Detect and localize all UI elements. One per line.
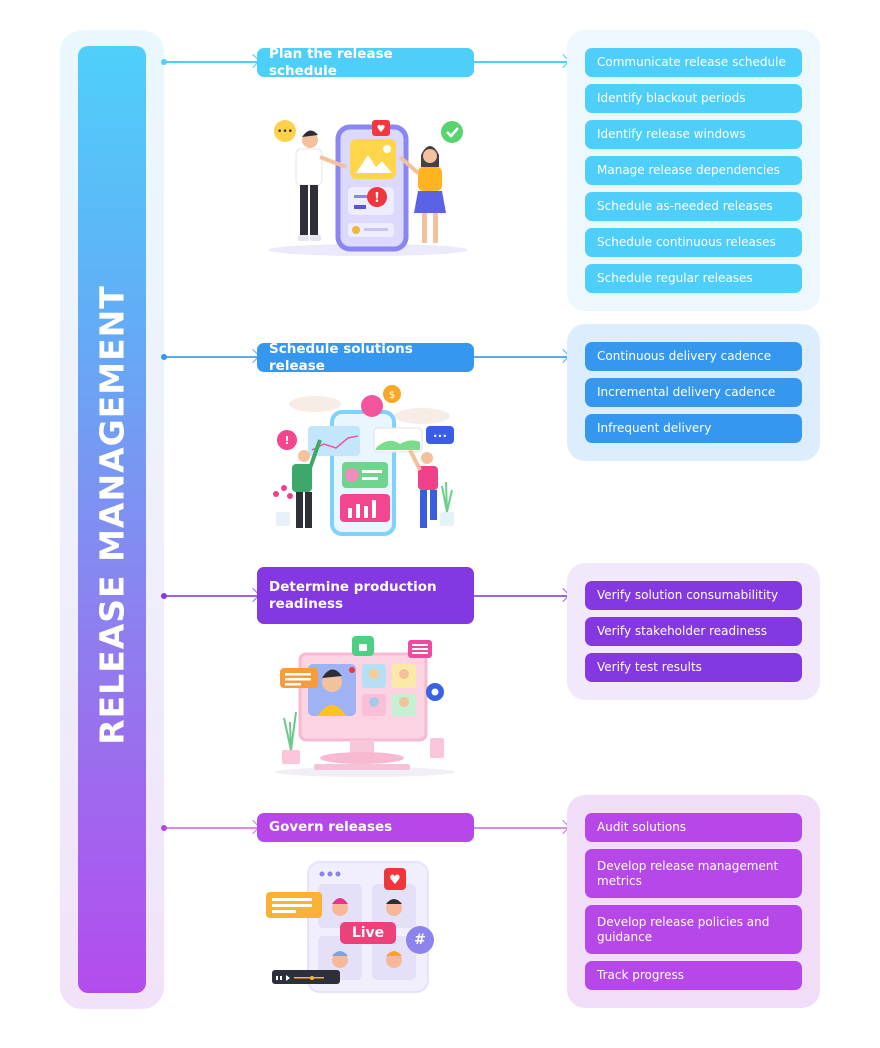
connector-dot bbox=[161, 59, 167, 65]
svg-text:♥: ♥ bbox=[377, 124, 386, 135]
tasks-panel-4: Audit solutions Develop release manageme… bbox=[567, 795, 820, 1008]
task-item[interactable]: Identify blackout periods bbox=[585, 84, 802, 113]
svg-text:♥: ♥ bbox=[389, 873, 401, 888]
tasks-panel-1: Communicate release schedule Identify bl… bbox=[567, 30, 820, 311]
live-badge: Live bbox=[351, 925, 385, 941]
task-item[interactable]: Schedule continuous releases bbox=[585, 228, 802, 257]
task-item[interactable]: Communicate release schedule bbox=[585, 48, 802, 77]
connector-left-1 bbox=[161, 53, 261, 69]
svg-text:•••: ••• bbox=[277, 127, 293, 137]
svg-text:•••: ••• bbox=[433, 432, 447, 441]
connector-left-2 bbox=[161, 348, 261, 364]
connector-dot bbox=[161, 825, 167, 831]
step-schedule-solutions-release[interactable]: Schedule solutions release bbox=[257, 341, 474, 374]
hashtag-icon: # bbox=[414, 932, 426, 948]
task-item[interactable]: Track progress bbox=[585, 961, 802, 990]
step-determine-production-readiness[interactable]: Determine production readiness bbox=[257, 567, 474, 624]
connector-dot bbox=[161, 354, 167, 360]
diagram-title: RELEASE MANAGEMENT bbox=[92, 285, 132, 745]
task-item[interactable]: Audit solutions bbox=[585, 813, 802, 842]
task-item[interactable]: Schedule regular releases bbox=[585, 264, 802, 293]
task-item[interactable]: Develop release management metrics bbox=[585, 849, 802, 898]
connector-left-3 bbox=[161, 587, 261, 603]
task-item[interactable]: Continuous delivery cadence bbox=[585, 342, 802, 371]
task-item[interactable]: Identify release windows bbox=[585, 120, 802, 149]
task-item[interactable]: Develop release policies and guidance bbox=[585, 905, 802, 954]
task-item[interactable]: Verify solution consumabilitity bbox=[585, 581, 802, 610]
task-item[interactable]: Infrequent delivery bbox=[585, 414, 802, 443]
connector-right-4 bbox=[474, 819, 571, 835]
connector-right-2 bbox=[474, 348, 571, 364]
task-item[interactable]: Manage release dependencies bbox=[585, 156, 802, 185]
tasks-panel-3: Verify solution consumabilitity Verify s… bbox=[567, 563, 820, 700]
svg-text:!: ! bbox=[374, 191, 380, 206]
connector-left-4 bbox=[161, 819, 261, 835]
tasks-panel-2: Continuous delivery cadence Incremental … bbox=[567, 324, 820, 461]
connector-right-3 bbox=[474, 587, 571, 603]
task-item[interactable]: Incremental delivery cadence bbox=[585, 378, 802, 407]
mobile-app-team-illustration: ♥ ! ••• bbox=[268, 120, 468, 256]
live-stream-illustration: ♥ Live # bbox=[262, 858, 442, 998]
video-conference-monitor-illustration bbox=[275, 636, 455, 777]
svg-text:$: $ bbox=[389, 390, 395, 401]
analytics-dashboard-illustration: $ ! ••• bbox=[273, 385, 454, 536]
connector-right-1 bbox=[474, 53, 571, 69]
task-item[interactable]: Verify stakeholder readiness bbox=[585, 617, 802, 646]
task-item[interactable]: Verify test results bbox=[585, 653, 802, 682]
svg-text:!: ! bbox=[284, 434, 289, 447]
step-govern-releases[interactable]: Govern releases bbox=[257, 813, 474, 842]
step-plan-release-schedule[interactable]: Plan the release schedule bbox=[257, 46, 474, 79]
task-item[interactable]: Schedule as-needed releases bbox=[585, 192, 802, 221]
connector-dot bbox=[161, 593, 167, 599]
